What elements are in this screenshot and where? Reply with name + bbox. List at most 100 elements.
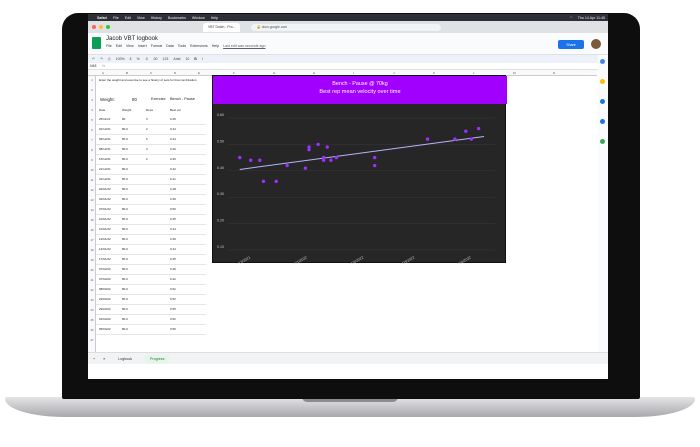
table-cell[interactable]: 0.44 bbox=[170, 137, 176, 141]
row-header[interactable]: 3 bbox=[88, 98, 96, 102]
table-cell[interactable]: 0.36 bbox=[170, 147, 176, 151]
row-header[interactable]: 14 bbox=[88, 208, 96, 212]
table-cell[interactable]: 80.0 bbox=[122, 237, 128, 241]
row-header[interactable]: 13 bbox=[88, 198, 96, 202]
docs-menu-insert[interactable]: Insert bbox=[138, 44, 147, 48]
menu-view[interactable]: View bbox=[137, 16, 145, 20]
print-icon[interactable]: ⎙ bbox=[108, 57, 111, 61]
table-cell[interactable]: 80.0 bbox=[122, 247, 128, 251]
table-cell[interactable]: 14/01/22 bbox=[99, 247, 111, 251]
table-cell[interactable]: 0.45 bbox=[170, 257, 176, 261]
table-cell[interactable]: 0.42 bbox=[170, 277, 176, 281]
table-cell[interactable]: 2 bbox=[146, 157, 148, 161]
col-m[interactable]: M bbox=[513, 71, 516, 75]
docs-menu-edit[interactable]: Edit bbox=[116, 44, 122, 48]
col-c[interactable]: C bbox=[150, 71, 152, 75]
table-cell[interactable]: 10/01/22 bbox=[99, 217, 111, 221]
row-header[interactable]: 17 bbox=[88, 238, 96, 242]
share-button[interactable]: Share bbox=[558, 40, 584, 49]
zoom-window-icon[interactable] bbox=[106, 25, 110, 29]
row-header[interactable]: 12 bbox=[88, 188, 96, 192]
row-header[interactable]: 15 bbox=[88, 218, 96, 222]
table-cell[interactable]: 23/03/22 bbox=[99, 297, 111, 301]
close-window-icon[interactable] bbox=[92, 25, 96, 29]
browser-tab[interactable]: VBT Dutch - Pro... bbox=[203, 22, 241, 32]
docs-menu-format[interactable]: Format bbox=[151, 44, 162, 48]
currency-button[interactable]: £ bbox=[130, 57, 132, 61]
table-header[interactable]: Reps bbox=[146, 108, 153, 112]
table-cell[interactable]: 17/01/22 bbox=[99, 257, 111, 261]
table-cell[interactable]: 80.0 bbox=[122, 197, 128, 201]
row-header[interactable]: 8 bbox=[88, 148, 96, 152]
table-cell[interactable]: 0.49 bbox=[170, 197, 176, 201]
weight-input[interactable]: 80 bbox=[132, 97, 137, 102]
table-cell[interactable]: 6 bbox=[146, 137, 148, 141]
menu-edit[interactable]: Edit bbox=[125, 16, 131, 20]
table-cell[interactable]: 0.55 bbox=[170, 307, 176, 311]
table-cell[interactable]: 06/12/21 bbox=[99, 137, 111, 141]
all-sheets-button[interactable]: ≡ bbox=[103, 357, 105, 361]
table-cell[interactable]: 0.56 bbox=[170, 327, 176, 331]
menu-window[interactable]: Window bbox=[192, 16, 205, 20]
row-header[interactable]: 5 bbox=[88, 118, 96, 122]
table-cell[interactable]: 0.45 bbox=[170, 267, 176, 271]
table-cell[interactable]: 80.0 bbox=[122, 127, 128, 131]
bold-icon[interactable]: B bbox=[194, 57, 197, 61]
table-cell[interactable]: 0.44 bbox=[170, 127, 176, 131]
table-cell[interactable]: 80.0 bbox=[122, 207, 128, 211]
redo-icon[interactable]: ↷ bbox=[100, 57, 103, 61]
italic-icon[interactable]: I bbox=[202, 57, 203, 61]
row-header[interactable]: 21 bbox=[88, 278, 96, 282]
maps-icon[interactable] bbox=[600, 139, 605, 144]
table-cell[interactable]: 15/12/21 bbox=[99, 157, 111, 161]
table-cell[interactable]: 01/04/22 bbox=[99, 317, 111, 321]
table-cell[interactable]: 0.52 bbox=[170, 287, 176, 291]
table-cell[interactable]: 0.44 bbox=[170, 227, 176, 231]
table-cell[interactable]: 80.0 bbox=[122, 287, 128, 291]
table-cell[interactable]: 80.0 bbox=[122, 157, 128, 161]
exercise-select[interactable]: Bench - Pause bbox=[170, 97, 195, 101]
table-cell[interactable]: 0.50 bbox=[170, 207, 176, 211]
table-cell[interactable]: 80.0 bbox=[122, 327, 128, 331]
row-header[interactable]: 24 bbox=[88, 308, 96, 312]
row-header[interactable]: 25 bbox=[88, 318, 96, 322]
row-header[interactable]: 10 bbox=[88, 168, 96, 172]
row-header[interactable]: 27 bbox=[88, 338, 96, 342]
keep-icon[interactable] bbox=[600, 79, 605, 84]
table-cell[interactable]: 10/01/22 bbox=[99, 227, 111, 231]
add-sheet-button[interactable]: + bbox=[93, 357, 95, 361]
table-cell[interactable]: 0.45 bbox=[170, 117, 176, 121]
table-cell[interactable]: 02/01/22 bbox=[99, 197, 111, 201]
table-cell[interactable]: 80.0 bbox=[122, 297, 128, 301]
font-size-select[interactable]: 10 bbox=[185, 57, 189, 61]
row-header[interactable]: 23 bbox=[88, 298, 96, 302]
col-e[interactable]: E bbox=[198, 71, 200, 75]
wifi-icon[interactable]: ◠ bbox=[570, 16, 573, 20]
row-header[interactable]: 19 bbox=[88, 258, 96, 262]
tab-logbook[interactable]: Logbook bbox=[113, 355, 137, 363]
row-header[interactable]: 6 bbox=[88, 128, 96, 132]
table-cell[interactable]: 2 bbox=[146, 127, 148, 131]
table-cell[interactable]: 0.52 bbox=[170, 317, 176, 321]
table-header[interactable]: Date bbox=[99, 108, 105, 112]
table-cell[interactable]: 0.49 bbox=[170, 237, 176, 241]
table-cell[interactable]: 0.44 bbox=[170, 247, 176, 251]
table-cell[interactable]: 01/12/21 bbox=[99, 127, 111, 131]
docs-menu-help[interactable]: Help bbox=[212, 44, 219, 48]
col-b[interactable]: B bbox=[126, 71, 128, 75]
last-edit-link[interactable]: Last edit was seconds ago bbox=[223, 44, 265, 48]
table-cell[interactable]: 02/01/22 bbox=[99, 187, 111, 191]
weight-label[interactable]: Weight: bbox=[100, 97, 115, 102]
table-cell[interactable]: 29/03/22 bbox=[99, 307, 111, 311]
table-cell[interactable]: 80 bbox=[122, 117, 125, 121]
table-cell[interactable]: 80.0 bbox=[122, 307, 128, 311]
contacts-icon[interactable] bbox=[600, 119, 605, 124]
table-cell[interactable]: 80.0 bbox=[122, 177, 128, 181]
col-d[interactable]: D bbox=[174, 71, 176, 75]
docs-menu-tools[interactable]: Tools bbox=[178, 44, 186, 48]
table-cell[interactable]: 12/01/22 bbox=[99, 237, 111, 241]
percent-button[interactable]: % bbox=[137, 57, 140, 61]
table-cell[interactable]: 80.0 bbox=[122, 317, 128, 321]
table-cell[interactable]: 80.0 bbox=[122, 217, 128, 221]
col-a[interactable]: A bbox=[102, 71, 104, 75]
